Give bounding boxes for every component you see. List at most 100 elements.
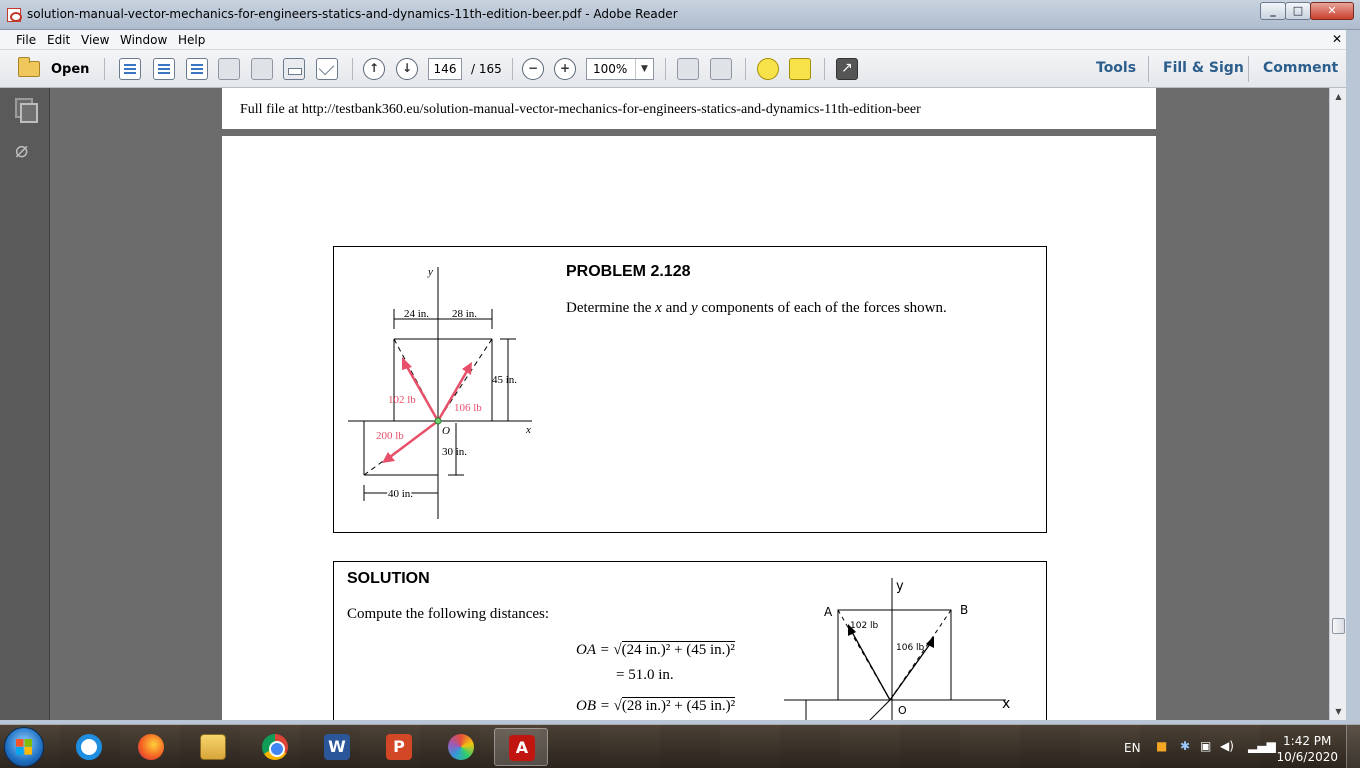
- taskbar: W P A EN ■ ✱ ▣ ◀) ▂▄▆ 1:42 PM 10/6/2020: [0, 724, 1360, 768]
- origin-label: O: [442, 425, 450, 437]
- internet-explorer-icon: [76, 734, 102, 760]
- pdf-page: y x 102 lb 106 lb 200 lb O 24 in. 28 in.…: [222, 136, 1156, 720]
- page-thumbnails-icon[interactable]: [15, 98, 38, 123]
- fit-page-icon[interactable]: [677, 58, 699, 80]
- comment-link[interactable]: Comment: [1263, 60, 1338, 76]
- force-200-label: 200 lb: [376, 430, 404, 442]
- zoom-in-button[interactable]: +: [554, 58, 576, 80]
- fit-width-icon[interactable]: [710, 58, 732, 80]
- taskbar-chrome[interactable]: [248, 728, 302, 766]
- plus-icon: +: [559, 61, 571, 75]
- volume-icon[interactable]: ◀): [1220, 739, 1234, 768]
- problem-text: Determine the x and y components of each…: [566, 300, 947, 317]
- toolbar-divider: [512, 58, 513, 80]
- sketch-x-label: x: [1002, 696, 1010, 712]
- fill-sign-link[interactable]: Fill & Sign: [1163, 60, 1244, 76]
- full-screen-icon[interactable]: [836, 58, 858, 80]
- sketch-a-label: A: [824, 605, 833, 619]
- sketch-106-label: 106 lb: [896, 643, 925, 653]
- problem-title: PROBLEM 2.128: [566, 263, 691, 280]
- close-window-button[interactable]: ✕: [1310, 2, 1354, 20]
- folder-icon: [200, 734, 226, 760]
- network-icon[interactable]: ▂▄▆: [1248, 739, 1276, 768]
- upload-cloud-icon[interactable]: [218, 58, 240, 80]
- show-desktop-button[interactable]: [1346, 725, 1360, 768]
- page-total: / 165: [471, 62, 502, 76]
- zoom-select[interactable]: 100% ▼: [586, 58, 654, 80]
- clock-time: 1:42 PM: [1283, 734, 1332, 748]
- eq-ob: OB = √(28 in.)² + (45 in.)²: [576, 697, 736, 714]
- window-border: [1346, 30, 1360, 724]
- open-button[interactable]: Open: [18, 57, 89, 81]
- toolbar-divider: [745, 58, 746, 80]
- eq-oa-rhs: (24 in.)² + (45 in.)²: [621, 641, 735, 658]
- menu-file[interactable]: File: [16, 33, 36, 47]
- menu-help[interactable]: Help: [178, 33, 205, 47]
- clock[interactable]: 1:42 PM 10/6/2020: [1276, 733, 1338, 765]
- chrome-icon: [262, 734, 288, 760]
- email-icon[interactable]: [316, 58, 338, 80]
- sketch-force-102: [851, 631, 891, 701]
- dim-28-label: 28 in.: [452, 308, 477, 320]
- save-icon[interactable]: [251, 58, 273, 80]
- problem-text-part: and: [661, 300, 691, 316]
- folder-icon: [18, 57, 40, 77]
- word-icon: W: [324, 734, 350, 760]
- toolbar-divider: [1148, 56, 1149, 82]
- highlight-text-icon[interactable]: [789, 58, 811, 80]
- maximize-button[interactable]: □: [1285, 2, 1311, 20]
- vertical-scrollbar[interactable]: ▲ ▼: [1329, 88, 1346, 720]
- language-indicator[interactable]: EN: [1124, 741, 1141, 768]
- bluetooth-icon[interactable]: ✱: [1180, 739, 1190, 768]
- firefox-icon: [138, 734, 164, 760]
- title-bar: solution-manual-vector-mechanics-for-eng…: [0, 0, 1360, 30]
- taskbar-powerpoint[interactable]: P: [372, 728, 426, 766]
- force-106-label: 106 lb: [454, 402, 482, 414]
- close-icon: ✕: [1327, 4, 1337, 17]
- open-label: Open: [51, 61, 90, 77]
- page-number-input[interactable]: 146: [428, 58, 462, 80]
- force-102-label: 102 lb: [388, 394, 416, 406]
- eq-ob-lhs: OB =: [576, 698, 610, 714]
- document-view[interactable]: Full file at http://testbank360.eu/solut…: [50, 88, 1329, 720]
- toolbar-divider: [352, 58, 353, 80]
- window-title: solution-manual-vector-mechanics-for-eng…: [27, 7, 678, 21]
- close-document-icon[interactable]: ✕: [1332, 32, 1342, 46]
- taskbar-paint[interactable]: [434, 728, 488, 766]
- sign-document-icon[interactable]: [186, 58, 208, 80]
- taskbar-word[interactable]: W: [310, 728, 364, 766]
- usb-icon[interactable]: ▣: [1200, 739, 1211, 768]
- scroll-thumb[interactable]: [1332, 618, 1345, 634]
- previous-page-button[interactable]: ↑: [363, 58, 385, 80]
- taskbar-adobe-reader[interactable]: A: [494, 728, 548, 766]
- solution-sketch: y x A B 102 lb 106 lb O: [784, 578, 1010, 720]
- taskbar-explorer[interactable]: [186, 728, 240, 766]
- tools-link[interactable]: Tools: [1096, 60, 1136, 76]
- create-pdf-icon[interactable]: [119, 58, 141, 80]
- clock-date: 10/6/2020: [1276, 750, 1338, 764]
- edit-pdf-icon[interactable]: [153, 58, 175, 80]
- start-button[interactable]: [4, 727, 44, 767]
- menu-view[interactable]: View: [81, 33, 109, 47]
- taskbar-firefox[interactable]: [124, 728, 178, 766]
- zoom-out-button[interactable]: −: [522, 58, 544, 80]
- print-icon[interactable]: [283, 58, 305, 80]
- toolbar-divider: [824, 58, 825, 80]
- minimize-button[interactable]: _: [1260, 2, 1286, 20]
- next-page-button[interactable]: ↓: [396, 58, 418, 80]
- window-controls: _ □ ✕: [1260, 2, 1354, 20]
- eq-oa-lhs: OA =: [576, 642, 610, 658]
- toolbar-divider: [665, 58, 666, 80]
- attachments-icon[interactable]: ⌀: [15, 140, 37, 162]
- problem-figure: y x 102 lb 106 lb 200 lb O 24 in. 28 in.…: [348, 266, 532, 519]
- sketch-lower-force: [869, 699, 891, 720]
- scroll-down-icon[interactable]: ▼: [1330, 703, 1347, 720]
- security-icon[interactable]: ■: [1156, 739, 1167, 768]
- menu-edit[interactable]: Edit: [47, 33, 70, 47]
- zoom-value: 100%: [593, 62, 628, 76]
- menu-window[interactable]: Window: [120, 33, 167, 47]
- scroll-up-icon[interactable]: ▲: [1330, 88, 1347, 105]
- sketch-force-106-head: [926, 636, 934, 648]
- taskbar-internet-explorer[interactable]: [62, 728, 116, 766]
- sticky-note-icon[interactable]: [757, 58, 779, 80]
